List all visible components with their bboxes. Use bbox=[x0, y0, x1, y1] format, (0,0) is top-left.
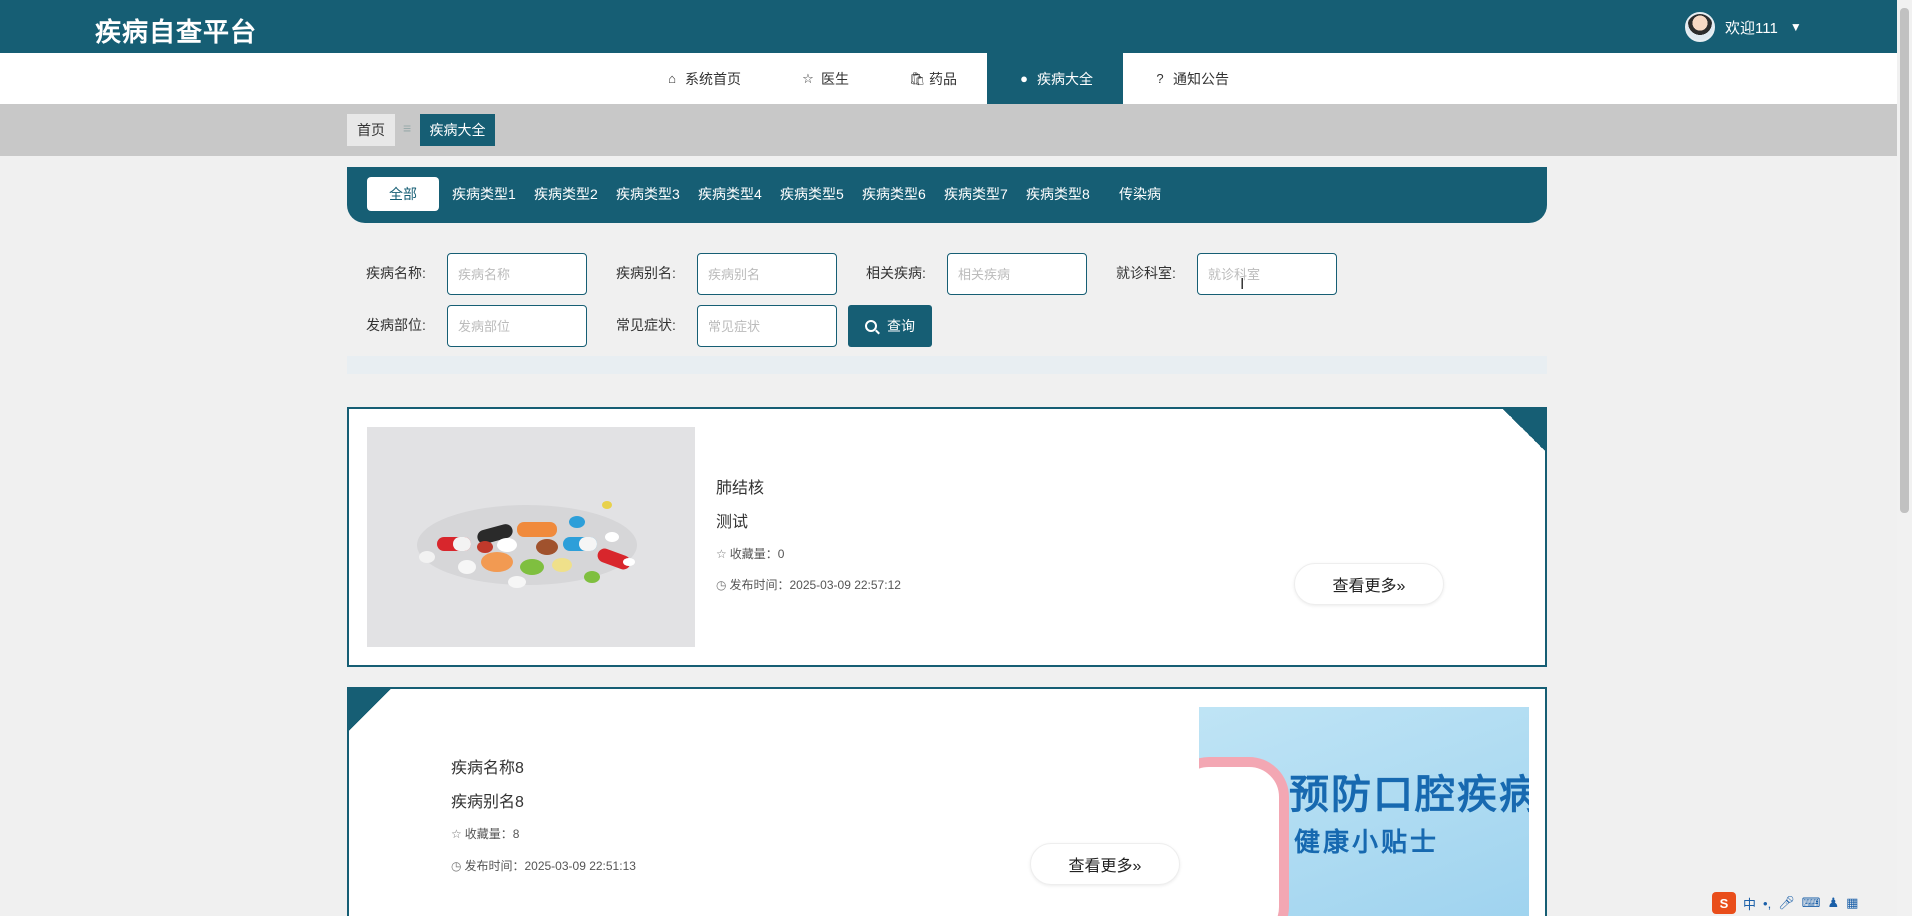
nav-item-label: 医生 bbox=[821, 70, 849, 87]
nav-item-doctor[interactable]: ☆ 医生 bbox=[801, 53, 849, 104]
nav-item-label: 通知公告 bbox=[1173, 70, 1229, 87]
punctuation-icon[interactable]: •, bbox=[1763, 896, 1771, 911]
poster-subtitle: 健康小贴士 bbox=[1294, 827, 1440, 857]
category-item[interactable]: 疾病类型1 bbox=[452, 177, 516, 211]
nav-item-label: 药品 bbox=[929, 70, 957, 87]
symptoms-label: 常见症状: bbox=[616, 317, 676, 333]
favorites-count: ☆ 收藏量：8 bbox=[451, 825, 519, 842]
ime-toolbar[interactable]: S 中 •, 🎤︎ ⌨ ♟ ▦ bbox=[1712, 892, 1858, 914]
department-label: 就诊科室: bbox=[1116, 265, 1176, 281]
corner-decoration bbox=[1497, 409, 1545, 457]
category-item[interactable]: 疾病类型5 bbox=[780, 177, 844, 211]
body-part-label: 发病部位: bbox=[366, 317, 426, 333]
skin-icon[interactable]: ♟ bbox=[1827, 895, 1839, 911]
disease-alias: 测试 bbox=[716, 514, 749, 531]
star-outline-icon: ☆ bbox=[716, 546, 727, 561]
pills-illustration bbox=[367, 427, 695, 647]
scrollbar-thumb[interactable] bbox=[1900, 8, 1909, 513]
welcome-text[interactable]: 欢迎111 bbox=[1725, 17, 1778, 38]
publish-time-label: 发布时间：2025-03-09 22:57:12 bbox=[729, 578, 901, 592]
breadcrumb-home[interactable]: 首页 bbox=[347, 114, 395, 146]
tooth-illustration bbox=[1199, 757, 1289, 916]
user-menu[interactable]: 欢迎111 ▼ bbox=[1685, 11, 1802, 43]
nav-item-home[interactable]: ⌂ 系统首页 bbox=[665, 53, 741, 104]
star-icon: ☆ bbox=[802, 70, 814, 86]
nav-item-label: 疾病大全 bbox=[1037, 70, 1093, 87]
category-item[interactable]: 疾病类型2 bbox=[534, 177, 598, 211]
favorites-label: 收藏量：8 bbox=[464, 827, 520, 841]
oral-health-poster-image[interactable]: 预防口腔疾病 健康小贴士 bbox=[1199, 707, 1529, 916]
microphone-icon[interactable]: 🎤︎ bbox=[1778, 895, 1795, 911]
category-item[interactable]: 传染病 bbox=[1119, 177, 1161, 211]
page-scrollbar[interactable] bbox=[1897, 0, 1912, 916]
pills-image[interactable] bbox=[367, 427, 695, 647]
publish-time: ◷ 发布时间：2025-03-09 22:57:12 bbox=[716, 576, 901, 593]
nav-item-medicine[interactable]: 🛍︎ 药品 bbox=[909, 53, 957, 104]
keyboard-icon[interactable]: ⌨ bbox=[1802, 895, 1821, 911]
view-more-button[interactable]: 查看更多» bbox=[1030, 843, 1180, 885]
disease-name-label: 疾病名称: bbox=[366, 265, 426, 281]
publish-time: ◷ 发布时间：2025-03-09 22:51:13 bbox=[451, 857, 636, 874]
star-outline-icon: ☆ bbox=[451, 826, 462, 841]
symptoms-input[interactable] bbox=[697, 305, 837, 347]
category-bar: 全部 疾病类型1 疾病类型2 疾病类型3 疾病类型4 疾病类型5 疾病类型6 疾… bbox=[347, 167, 1547, 223]
category-all[interactable]: 全部 bbox=[367, 177, 439, 211]
top-header: 疾病自查平台 欢迎111 ▼ bbox=[0, 0, 1897, 53]
breadcrumb-current: 疾病大全 bbox=[420, 114, 495, 146]
poster-title: 预防口腔疾病 bbox=[1289, 773, 1529, 817]
nav-item-diseases[interactable]: ● 疾病大全 bbox=[987, 53, 1123, 104]
search-button-label: 查询 bbox=[887, 318, 915, 334]
category-item[interactable]: 疾病类型8 bbox=[1026, 177, 1090, 211]
ime-logo-icon[interactable]: S bbox=[1712, 892, 1736, 914]
body-part-input[interactable] bbox=[447, 305, 587, 347]
ime-mode[interactable]: 中 bbox=[1743, 894, 1756, 913]
publish-time-label: 发布时间：2025-03-09 22:51:13 bbox=[464, 859, 636, 873]
department-input[interactable] bbox=[1197, 253, 1337, 295]
grid-icon[interactable]: ▦ bbox=[1846, 895, 1858, 911]
user-avatar[interactable] bbox=[1685, 12, 1715, 42]
clock-icon: ◷ bbox=[716, 577, 727, 592]
question-icon: ? bbox=[1156, 71, 1164, 86]
category-item[interactable]: 疾病类型6 bbox=[862, 177, 926, 211]
favorites-label: 收藏量：0 bbox=[729, 547, 785, 561]
related-disease-label: 相关疾病: bbox=[866, 265, 926, 281]
disease-card[interactable]: 肺结核 测试 ☆ 收藏量：0 ◷ 发布时间：2025-03-09 22:57:1… bbox=[347, 407, 1547, 667]
bag-icon: 🛍︎ bbox=[909, 70, 926, 86]
breadcrumb-bar bbox=[0, 104, 1897, 156]
category-item[interactable]: 疾病类型4 bbox=[698, 177, 762, 211]
breadcrumb-separator-icon: ≡ bbox=[403, 120, 412, 136]
main-nav: ⌂ 系统首页 ☆ 医生 🛍︎ 药品 ● 疾病大全 ? 通知公告 bbox=[0, 53, 1897, 104]
view-more-button[interactable]: 查看更多» bbox=[1294, 563, 1444, 605]
disease-card[interactable]: 疾病名称8 疾病别名8 ☆ 收藏量：8 ◷ 发布时间：2025-03-09 22… bbox=[347, 687, 1547, 916]
disease-name-input[interactable] bbox=[447, 253, 587, 295]
category-item[interactable]: 疾病类型3 bbox=[616, 177, 680, 211]
home-icon: ⌂ bbox=[668, 71, 676, 86]
corner-decoration bbox=[349, 689, 397, 737]
category-item[interactable]: 疾病类型7 bbox=[944, 177, 1008, 211]
search-icon bbox=[865, 320, 877, 332]
i-beam-cursor-icon: I bbox=[1240, 276, 1245, 293]
related-disease-input[interactable] bbox=[947, 253, 1087, 295]
nav-item-notices[interactable]: ? 通知公告 bbox=[1153, 53, 1229, 104]
disease-title[interactable]: 疾病名称8 bbox=[451, 754, 524, 778]
disease-title[interactable]: 肺结核 bbox=[716, 474, 764, 498]
nav-item-label: 系统首页 bbox=[685, 70, 741, 87]
caret-down-icon[interactable]: ▼ bbox=[1790, 20, 1802, 34]
site-title: 疾病自查平台 bbox=[95, 17, 258, 47]
disease-alias: 疾病别名8 bbox=[451, 794, 524, 811]
disease-alias-input[interactable] bbox=[697, 253, 837, 295]
form-divider bbox=[347, 356, 1547, 374]
clock-icon: ◷ bbox=[451, 858, 462, 873]
search-button[interactable]: 查询 bbox=[848, 305, 932, 347]
disease-alias-label: 疾病别名: bbox=[616, 265, 676, 281]
favorites-count: ☆ 收藏量：0 bbox=[716, 545, 784, 562]
info-icon: ● bbox=[1020, 71, 1028, 86]
